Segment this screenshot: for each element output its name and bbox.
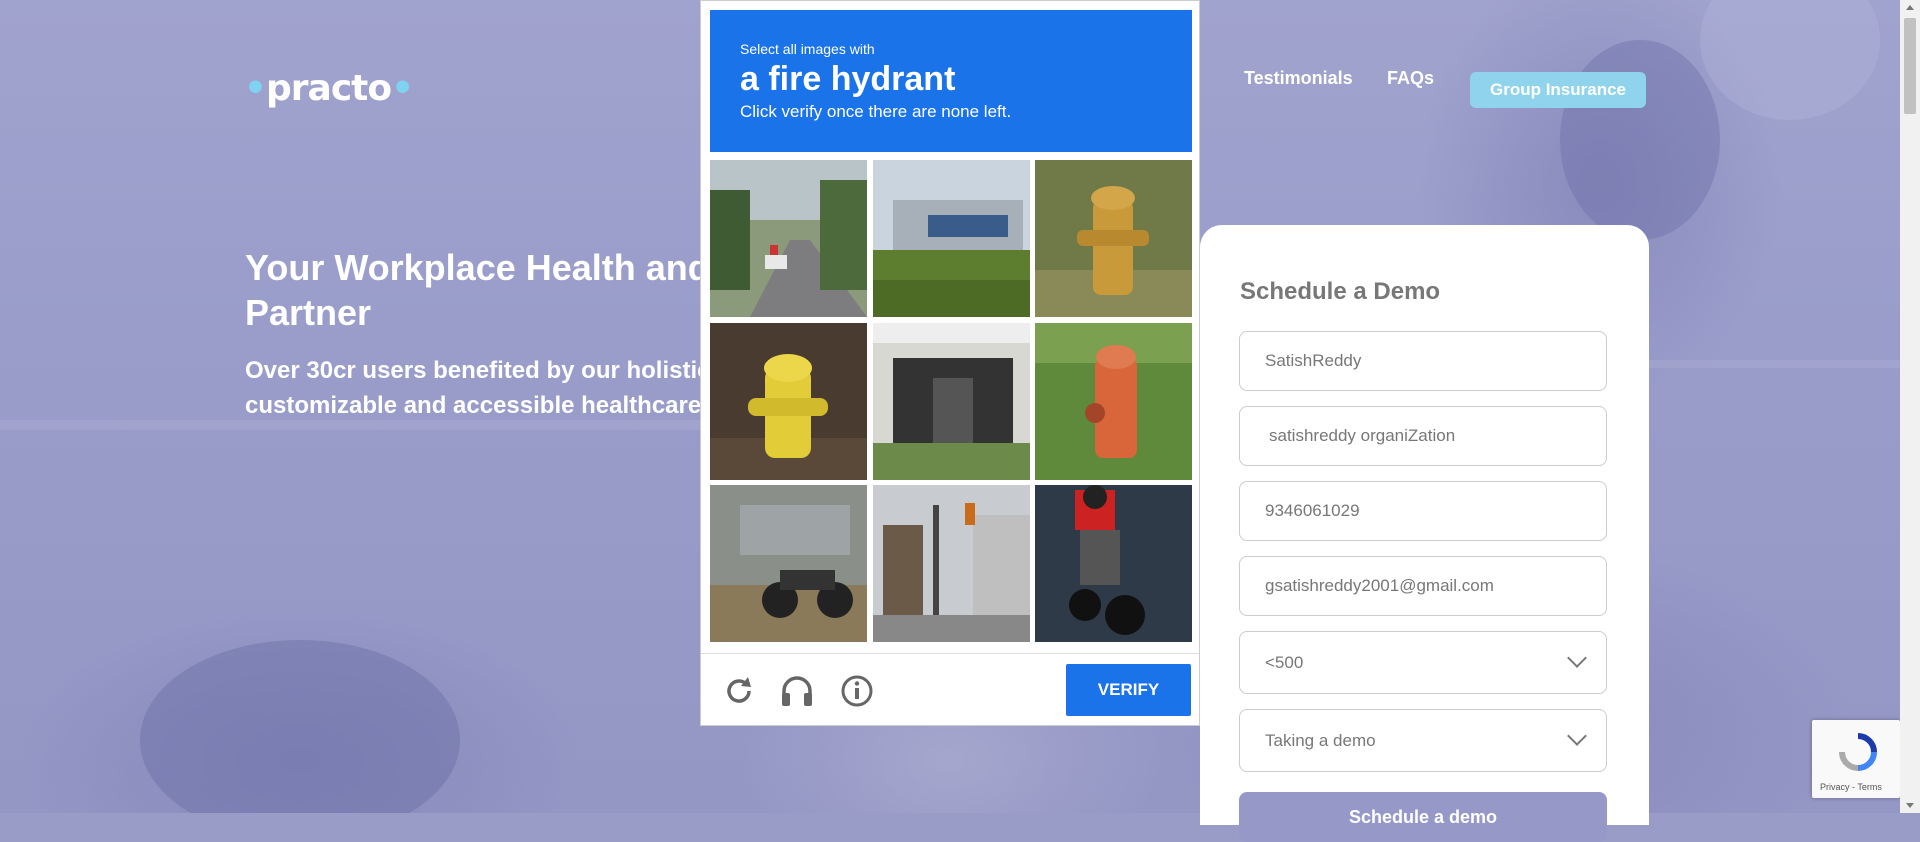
chevron-down-icon [1567, 648, 1587, 668]
hero-title-line2: Partner [245, 292, 372, 333]
name-value: SatishReddy [1265, 351, 1362, 370]
background-sofa [140, 640, 460, 813]
scrollbar[interactable] [1900, 0, 1920, 813]
hero-title: Your Workplace Health and W Partner [245, 245, 715, 335]
phone-value: 9346061029 [1265, 501, 1360, 520]
captcha-tile[interactable] [873, 160, 1030, 317]
captcha-tile[interactable] [710, 485, 867, 642]
interest-value: Taking a demo [1265, 730, 1376, 750]
motorcycle-image [710, 485, 867, 642]
hero-subtitle-line2: customizable and accessible healthcare s [245, 392, 720, 419]
organization-field[interactable]: satishreddy organiZation [1239, 406, 1607, 466]
captcha-hint: Click verify once there are none left. [740, 102, 1012, 121]
fire-hydrant-image [710, 323, 867, 480]
scrollbar-thumb[interactable] [1904, 18, 1916, 114]
recaptcha-challenge: Select all images with a fire hydrant Cl… [700, 0, 1200, 726]
reload-icon[interactable] [721, 673, 757, 709]
recaptcha-badge[interactable]: Privacy - Terms [1812, 720, 1900, 798]
phone-field[interactable]: 9346061029 [1239, 481, 1607, 541]
chevron-down-icon [1567, 726, 1587, 746]
fire-hydrant-image [1035, 323, 1192, 480]
email-field[interactable]: gsatishreddy2001@gmail.com [1239, 556, 1607, 616]
info-icon[interactable] [839, 673, 875, 709]
building-image [873, 160, 1030, 317]
scroll-down-arrow-icon[interactable] [1906, 803, 1914, 808]
company-size-value: <500 [1265, 652, 1304, 672]
scroll-up-arrow-icon[interactable] [1906, 5, 1914, 10]
scooter-rider-image [1035, 485, 1192, 642]
hero-subtitle: Over 30cr users benefited by our holisti… [245, 353, 720, 423]
schedule-demo-card: Schedule a Demo SatishReddy satishreddy … [1200, 225, 1649, 842]
captcha-footer-divider [701, 653, 1199, 654]
street-traffic-image [873, 485, 1030, 642]
background-person-head [1560, 40, 1720, 240]
headphones-icon[interactable] [779, 673, 815, 709]
schedule-demo-button[interactable]: Schedule a demo [1239, 792, 1607, 842]
background-lamp [1700, 0, 1880, 120]
captcha-tile[interactable] [873, 485, 1030, 642]
interest-select[interactable]: Taking a demo [1239, 709, 1607, 772]
nav-item-testimonials[interactable]: Testimonials [1244, 68, 1353, 89]
badge-text[interactable]: Privacy - Terms [1820, 782, 1882, 792]
email-value: gsatishreddy2001@gmail.com [1265, 576, 1494, 595]
hero-title-line1: Your Workplace Health and W [245, 247, 715, 288]
captcha-target: a fire hydrant [740, 60, 956, 98]
captcha-tile[interactable] [710, 323, 867, 480]
verify-button[interactable]: VERIFY [1066, 664, 1191, 716]
captcha-tile[interactable] [1035, 485, 1192, 642]
practo-logo[interactable]: •practo• [244, 68, 414, 109]
name-field[interactable]: SatishReddy [1239, 331, 1607, 391]
nav-item-faqs[interactable]: FAQs [1387, 68, 1434, 89]
form-title: Schedule a Demo [1240, 278, 1441, 305]
organization-value: satishreddy organiZation [1269, 426, 1456, 445]
captcha-header: Select all images with a fire hydrant Cl… [710, 10, 1192, 152]
fire-hydrant-image [1035, 160, 1192, 317]
street-image [710, 160, 867, 317]
captcha-instruction: Select all images with [740, 41, 875, 57]
hero-subtitle-line1: Over 30cr users benefited by our holisti… [245, 357, 718, 384]
group-insurance-button[interactable]: Group Insurance [1470, 72, 1646, 108]
background-shelf-right [1640, 360, 1900, 368]
company-size-select[interactable]: <500 [1239, 631, 1607, 694]
captcha-tile[interactable] [873, 323, 1030, 480]
building-entrance-image [873, 323, 1030, 480]
captcha-tile[interactable] [1035, 160, 1192, 317]
captcha-tile[interactable] [710, 160, 867, 317]
captcha-tile[interactable] [1035, 323, 1192, 480]
recaptcha-logo-icon [1839, 733, 1877, 771]
